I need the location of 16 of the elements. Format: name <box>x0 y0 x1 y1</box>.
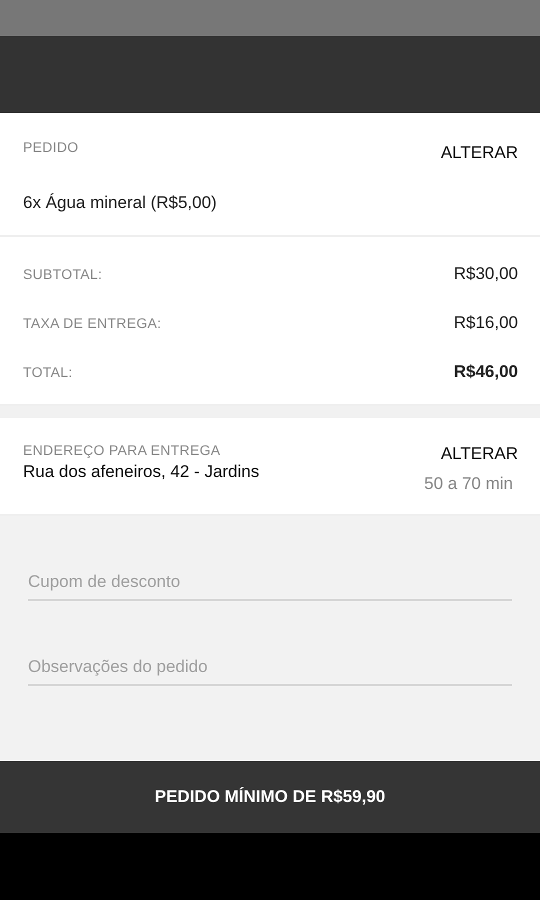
total-value: R$30,00 <box>454 264 518 284</box>
submit-button[interactable]: PEDIDO MÍNIMO DE R$59,90 <box>0 761 540 833</box>
total-label: SUBTOTAL: <box>23 266 102 282</box>
total-label: TAXA DE ENTREGA: <box>23 314 162 330</box>
delivery-address: Rua dos afeneiros, 42 - Jardins <box>23 462 260 482</box>
change-address-button[interactable]: ALTERAR <box>440 444 518 464</box>
input-field[interactable]: Cupom de desconto <box>28 566 512 601</box>
total-value: R$16,00 <box>454 312 518 332</box>
input-field[interactable]: Observações do pedido <box>28 651 512 686</box>
order-item: 6x Água mineral (R$5,00) <box>23 193 218 213</box>
change-order-button[interactable]: ALTERAR <box>440 143 518 163</box>
order-title: PEDIDO <box>23 139 78 155</box>
delivery-time: 50 a 70 min <box>424 474 513 494</box>
delivery-title: ENDEREÇO PARA ENTREGA <box>23 442 220 458</box>
total-label: TOTAL: <box>23 364 73 380</box>
total-value: R$46,00 <box>454 362 518 382</box>
